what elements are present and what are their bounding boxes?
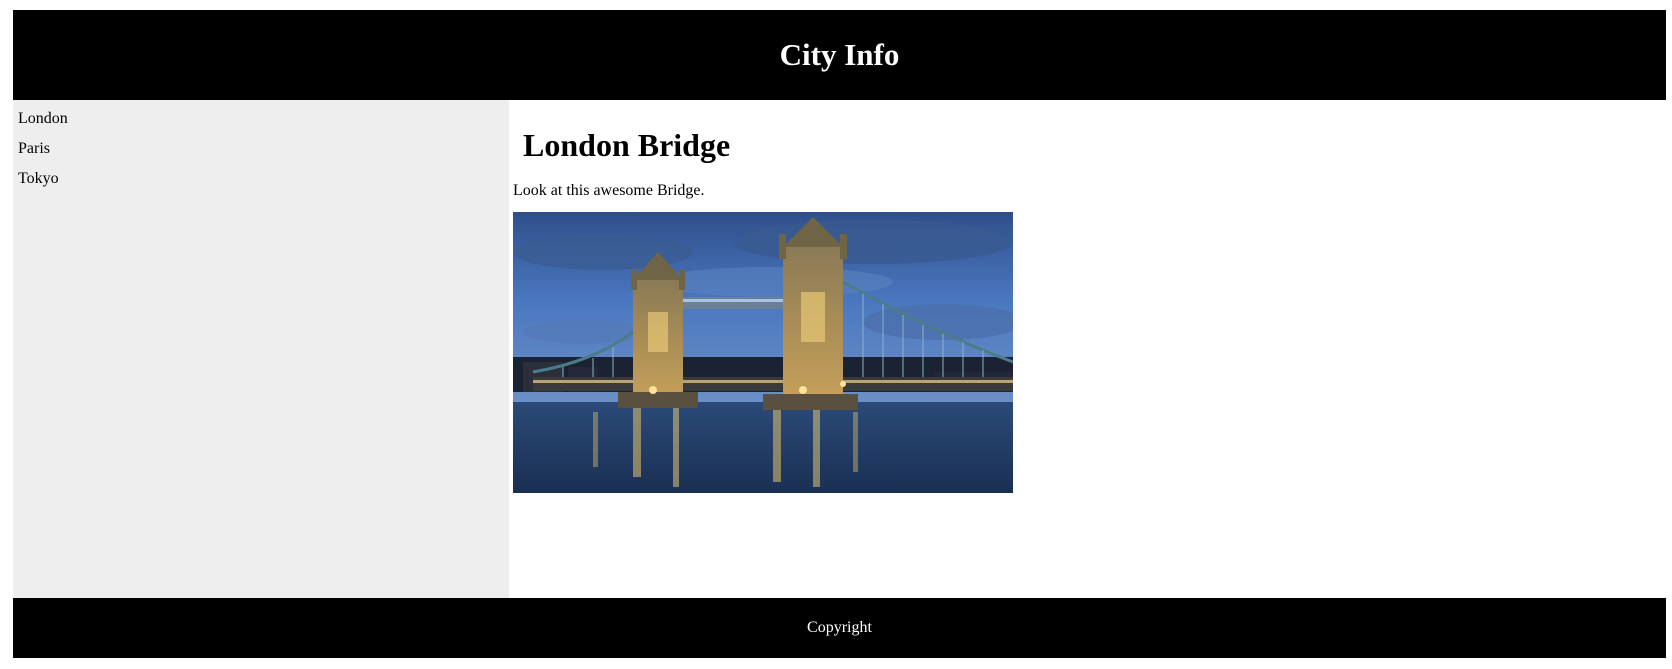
site-header: City Info <box>13 10 1666 100</box>
sidebar-item-tokyo[interactable]: Tokyo <box>13 169 509 199</box>
sidebar-item-london[interactable]: London <box>13 109 509 139</box>
article-text: Look at this awesome Bridge. <box>513 182 705 199</box>
sidebar-item-paris[interactable]: Paris <box>13 139 509 169</box>
article-heading: London Bridge <box>523 127 731 163</box>
site-footer: Copyright <box>13 598 1666 658</box>
footer-copyright: Copyright <box>807 619 872 636</box>
page: City Info London Paris Tokyo London Brid… <box>13 10 1666 658</box>
content-area: London Paris Tokyo London Bridge Look at… <box>13 100 1666 598</box>
main-article: London Bridge Look at this awesome Bridg… <box>509 100 1666 598</box>
tower-bridge-image <box>513 212 1013 493</box>
site-title: City Info <box>779 37 900 72</box>
sidebar-nav: London Paris Tokyo <box>13 100 509 598</box>
